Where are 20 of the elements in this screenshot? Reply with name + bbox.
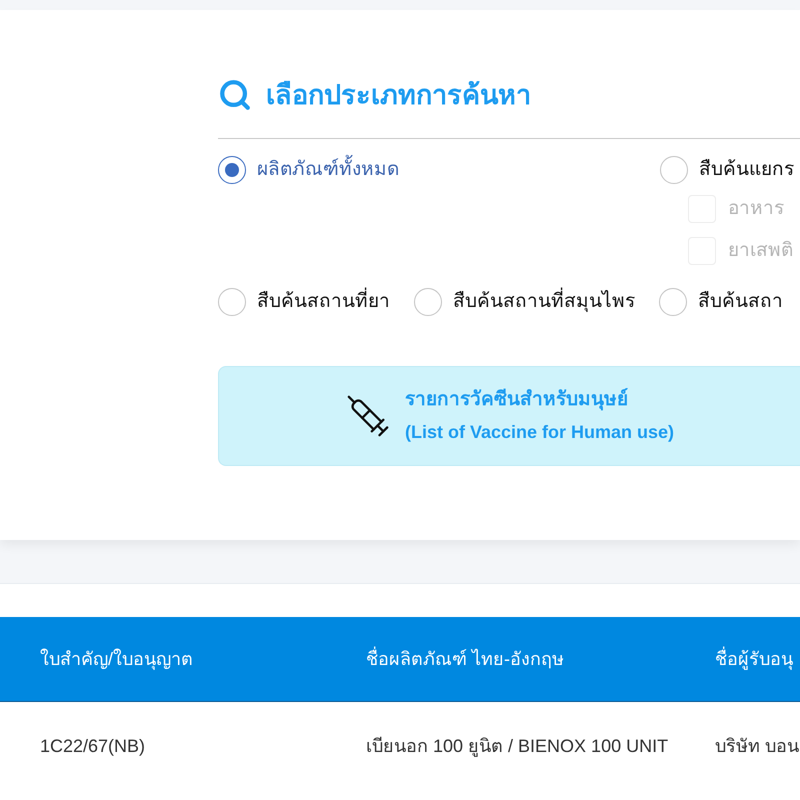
radio-button[interactable] — [218, 288, 246, 316]
radio-button[interactable] — [414, 288, 442, 316]
table-cell-text: บริษัท บอน — [715, 734, 800, 758]
radio-label[interactable]: สืบค้นแยกร — [699, 156, 794, 184]
radio-label[interactable]: สืบค้นสถานที่สมุนไพร — [453, 288, 635, 316]
table-cell-text: 1C22/67(NB) — [40, 734, 146, 758]
radio-label[interactable]: สืบค้นสถานที่ยา — [257, 288, 390, 316]
radio-button[interactable] — [659, 288, 687, 316]
vaccine-title: รายการวัคซีนสำหรับมนุษย์ — [405, 387, 629, 412]
radio-label[interactable]: ผลิตภัณฑ์ทั้งหมด — [257, 156, 399, 184]
radio-button[interactable] — [660, 156, 688, 184]
column-header: ชื่อผู้รับอนุ — [715, 646, 794, 672]
search-icon — [218, 78, 252, 112]
radio-label[interactable]: สืบค้นสถา — [698, 288, 783, 316]
section-title: เลือกประเภทการค้นหา — [266, 78, 531, 112]
column-header: ชื่อผลิตภัณฑ์ ไทย-อังกฤษ — [366, 646, 565, 670]
vaccine-subtitle: (List of Vaccine for Human use) — [405, 421, 674, 444]
column-header: ใบสำคัญ/ใบอนุญาต — [40, 648, 194, 672]
table-cell-text: เบียนอก 100 ยูนิต / BIENOX 100 UNIT — [366, 734, 670, 759]
radio-selected[interactable] — [218, 156, 246, 184]
